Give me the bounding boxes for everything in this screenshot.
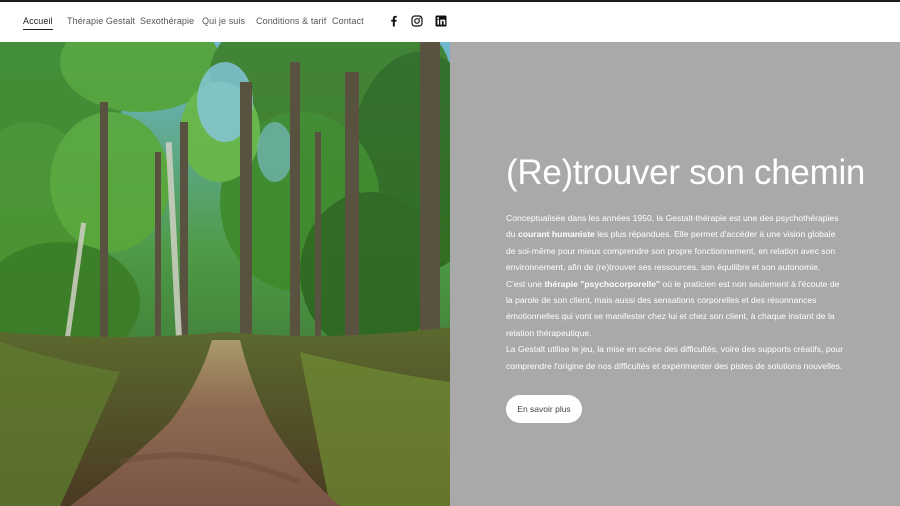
learn-more-button[interactable]: En savoir plus	[506, 395, 582, 423]
nav-item-therapie-gestalt[interactable]: Thérapie Gestalt	[67, 16, 135, 26]
paragraph-1: Conceptualisée dans les années 1950, la …	[506, 213, 839, 273]
hero-title: (Re)trouver son chemin	[506, 153, 866, 192]
intro-panel: (Re)trouver son chemin Conceptualisée da…	[450, 42, 900, 506]
instagram-icon[interactable]	[411, 15, 423, 27]
forest-path-photo	[0, 42, 450, 506]
paragraph-3: La Gestalt utilise le jeu, la mise en sc…	[506, 344, 844, 371]
intro-text: Conceptualisée dans les années 1950, la …	[506, 210, 846, 374]
nav-item-qui-je-suis[interactable]: Qui je suis	[202, 16, 245, 26]
main-navigation: Accueil Thérapie Gestalt Sexothérapie Qu…	[0, 2, 900, 42]
nav-item-conditions-tarif[interactable]: Conditions & tarif	[256, 16, 326, 26]
highlight-therapie-psychocorporelle: thérapie "psychocorporelle"	[544, 278, 661, 289]
facebook-icon[interactable]	[388, 15, 400, 27]
highlight-courant-humaniste: courant humaniste	[517, 229, 595, 240]
nav-item-sexotherapie[interactable]: Sexothérapie	[140, 16, 194, 26]
nav-item-accueil[interactable]: Accueil	[23, 16, 53, 30]
nav-item-contact[interactable]: Contact	[332, 16, 364, 26]
linkedin-icon[interactable]	[435, 15, 447, 27]
paragraph-2: C'est une thérapie "psychocorporelle" où…	[506, 278, 840, 338]
